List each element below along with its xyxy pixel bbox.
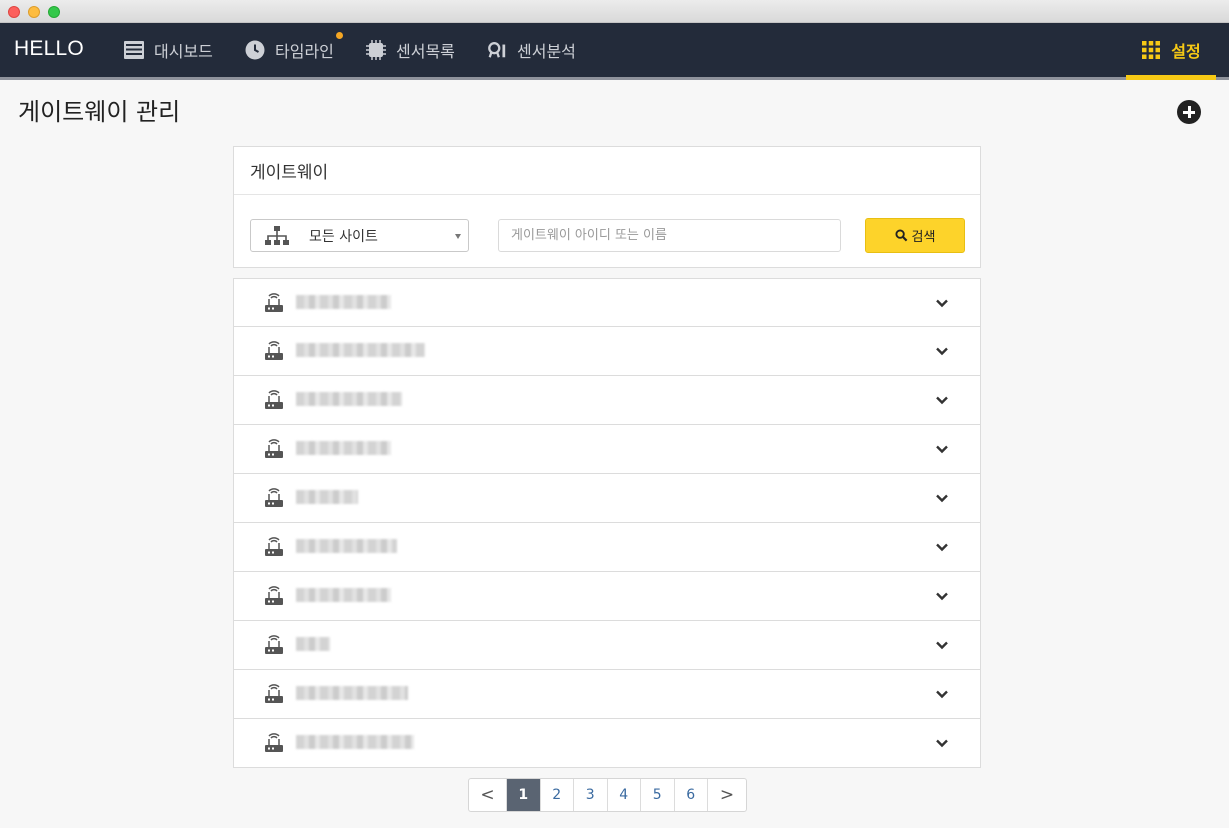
analysis-icon: [487, 40, 507, 60]
gateway-row[interactable]: xxxxxx: [233, 621, 981, 670]
gateway-row[interactable]: xxxxxxxxxxxxxxxxxxxxxxx: [233, 327, 981, 376]
chevron-down-icon[interactable]: [934, 441, 950, 457]
gateway-row[interactable]: xxxxxxxxxxxxxxxxxx: [233, 523, 981, 572]
gateway-name: xxxxxxxxxxxxxxxxx: [296, 441, 392, 455]
gateway-name: xxxxxxxxxxxxxxxxxxxxx: [296, 735, 414, 749]
gateway-row[interactable]: xxxxxxxxxxxxxxxxxxxx: [233, 670, 981, 719]
chevron-down-icon[interactable]: [934, 295, 950, 311]
chevron-down-icon[interactable]: [934, 490, 950, 506]
page-title: 게이트웨이 관리: [18, 98, 181, 126]
gateway-search-input[interactable]: [498, 219, 841, 252]
router-icon: [264, 733, 284, 753]
nav-item-timeline[interactable]: 타임라인: [245, 23, 334, 77]
gateway-row[interactable]: xxxxxxxxxxxxxxxxxxx: [233, 376, 981, 425]
zoom-window-button[interactable]: [48, 6, 60, 18]
chevron-down-icon[interactable]: [934, 588, 950, 604]
sitemap-icon: [265, 225, 289, 245]
gateway-name: xxxxxxxxxxxxxxxxxx: [296, 539, 397, 553]
router-icon: [264, 537, 284, 557]
nav-item-dashboard[interactable]: 대시보드: [124, 23, 213, 77]
pagination-page-5[interactable]: 5: [641, 779, 675, 811]
window-titlebar: [0, 0, 1229, 23]
pagination: <1 2 3 4 5 6 >: [468, 778, 747, 812]
router-icon: [264, 488, 284, 508]
gateway-name: xxxxxxxxxxxxxxxxxxxx: [296, 686, 408, 700]
gateway-row[interactable]: xxxxxxxxxxxxxxxxx: [233, 572, 981, 621]
pagination-page-3[interactable]: 3: [574, 779, 608, 811]
gateway-name: xxxxxxxxxxxxxxxxx: [296, 295, 392, 309]
chevron-down-icon[interactable]: [934, 539, 950, 555]
search-button-label: 검색: [911, 230, 936, 245]
close-window-button[interactable]: [8, 6, 20, 18]
nav-label-sensor-analysis: 센서분석: [517, 42, 576, 61]
pagination-page-4[interactable]: 4: [608, 779, 641, 811]
gateway-row[interactable]: xxxxxxxxxxxxxxxxx: [233, 278, 981, 327]
gateway-name: xxxxxxxxxxx: [296, 490, 358, 504]
site-select-value: 모든 사이트: [309, 228, 378, 245]
pagination-page-1[interactable]: 1: [507, 779, 541, 811]
nav-label-sensor-list: 센서목록: [396, 42, 455, 61]
pagination-next-button[interactable]: >: [708, 779, 746, 811]
active-tab-indicator: [1126, 75, 1216, 80]
minimize-window-button[interactable]: [28, 6, 40, 18]
nav-item-sensor-list[interactable]: 센서목록: [366, 23, 455, 77]
nav-item-settings[interactable]: 설정: [1126, 23, 1216, 77]
brand-logo[interactable]: HELLO: [14, 37, 84, 61]
nav-label-dashboard: 대시보드: [154, 42, 213, 61]
chevron-down-icon[interactable]: [934, 686, 950, 702]
pagination-page-2[interactable]: 2: [541, 779, 574, 811]
add-gateway-button[interactable]: [1177, 100, 1201, 124]
top-navbar: HELLO 대시보드 타임라인 센서목록 센서분석 설정: [0, 23, 1229, 80]
chevron-down-icon[interactable]: [934, 637, 950, 653]
chevron-down-icon[interactable]: [934, 735, 950, 751]
notification-dot: [336, 32, 343, 39]
gateway-name: xxxxxx: [296, 637, 330, 651]
gateway-name: xxxxxxxxxxxxxxxxx: [296, 588, 392, 602]
panel-title: 게이트웨이: [234, 147, 980, 195]
router-icon: [264, 390, 284, 410]
nav-label-timeline: 타임라인: [275, 42, 334, 61]
grid-icon: [1141, 40, 1161, 60]
nav-label-settings: 설정: [1171, 42, 1201, 61]
router-icon: [264, 586, 284, 606]
gateway-list: xxxxxxxxxxxxxxxxxxxxxxxxxxxxxxxxxxxxxxxx…: [233, 278, 981, 768]
clock-icon: [245, 40, 265, 60]
router-icon: [264, 439, 284, 459]
gateway-search-panel: 게이트웨이 모든 사이트 검색: [233, 146, 981, 268]
site-select-dropdown[interactable]: 모든 사이트: [250, 219, 469, 252]
gateway-name: xxxxxxxxxxxxxxxxxxx: [296, 392, 403, 406]
search-icon: [894, 229, 907, 242]
dashboard-icon: [124, 40, 144, 60]
router-icon: [264, 293, 284, 313]
gateway-row[interactable]: xxxxxxxxxxxxxxxxx: [233, 425, 981, 474]
chevron-down-icon[interactable]: [934, 343, 950, 359]
pagination-page-6[interactable]: 6: [675, 779, 708, 811]
caret-down-icon: [455, 234, 461, 239]
router-icon: [264, 341, 284, 361]
pagination-prev-button[interactable]: <: [469, 779, 507, 811]
router-icon: [264, 684, 284, 704]
router-icon: [264, 635, 284, 655]
search-button[interactable]: 검색: [865, 218, 965, 253]
nav-item-sensor-analysis[interactable]: 센서분석: [487, 23, 576, 77]
chip-icon: [366, 40, 386, 60]
chevron-down-icon[interactable]: [934, 392, 950, 408]
gateway-name: xxxxxxxxxxxxxxxxxxxxxxx: [296, 343, 425, 357]
gateway-row[interactable]: xxxxxxxxxxxxxxxxxxxxx: [233, 719, 981, 768]
gateway-row[interactable]: xxxxxxxxxxx: [233, 474, 981, 523]
